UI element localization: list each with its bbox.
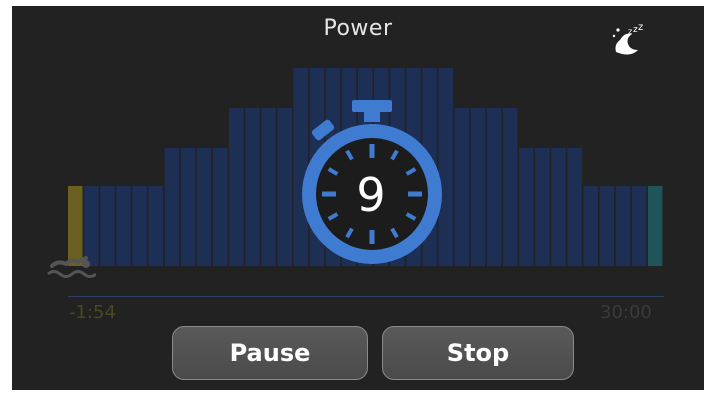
power-bar	[519, 148, 534, 266]
power-bar	[196, 148, 212, 266]
power-bar	[535, 148, 550, 266]
power-bar	[164, 148, 180, 266]
power-bar	[245, 108, 260, 266]
power-bar	[631, 186, 647, 266]
power-bar	[551, 148, 566, 266]
power-bar	[567, 148, 582, 266]
dial-tick	[369, 230, 375, 244]
power-bar	[454, 108, 470, 266]
swimmer-icon	[47, 256, 96, 278]
elapsed-time-label: -1:54	[69, 302, 116, 323]
power-bar	[148, 186, 164, 266]
dial-tick	[369, 144, 375, 158]
power-bar	[116, 186, 131, 266]
end-time-label: 30:00	[600, 302, 652, 323]
countdown-number: 9	[356, 168, 386, 222]
power-bar	[229, 108, 244, 266]
power-bar	[470, 108, 486, 266]
power-bar	[132, 186, 147, 266]
timeline-axis	[68, 296, 664, 297]
power-bar	[261, 108, 276, 266]
power-bar	[583, 186, 598, 266]
power-bar	[100, 186, 115, 266]
power-bar	[180, 148, 196, 266]
power-bar	[502, 108, 518, 266]
power-bar	[615, 186, 631, 266]
workout-screen: Power z z z -1:54 30:00 9 Pause Stop	[12, 6, 704, 390]
power-bar	[647, 186, 663, 266]
power-bar	[277, 108, 292, 266]
stop-button[interactable]: Stop	[382, 326, 574, 380]
pause-button[interactable]: Pause	[172, 326, 368, 380]
power-bar	[486, 108, 502, 266]
power-bar	[212, 148, 228, 266]
power-bar	[599, 186, 615, 266]
